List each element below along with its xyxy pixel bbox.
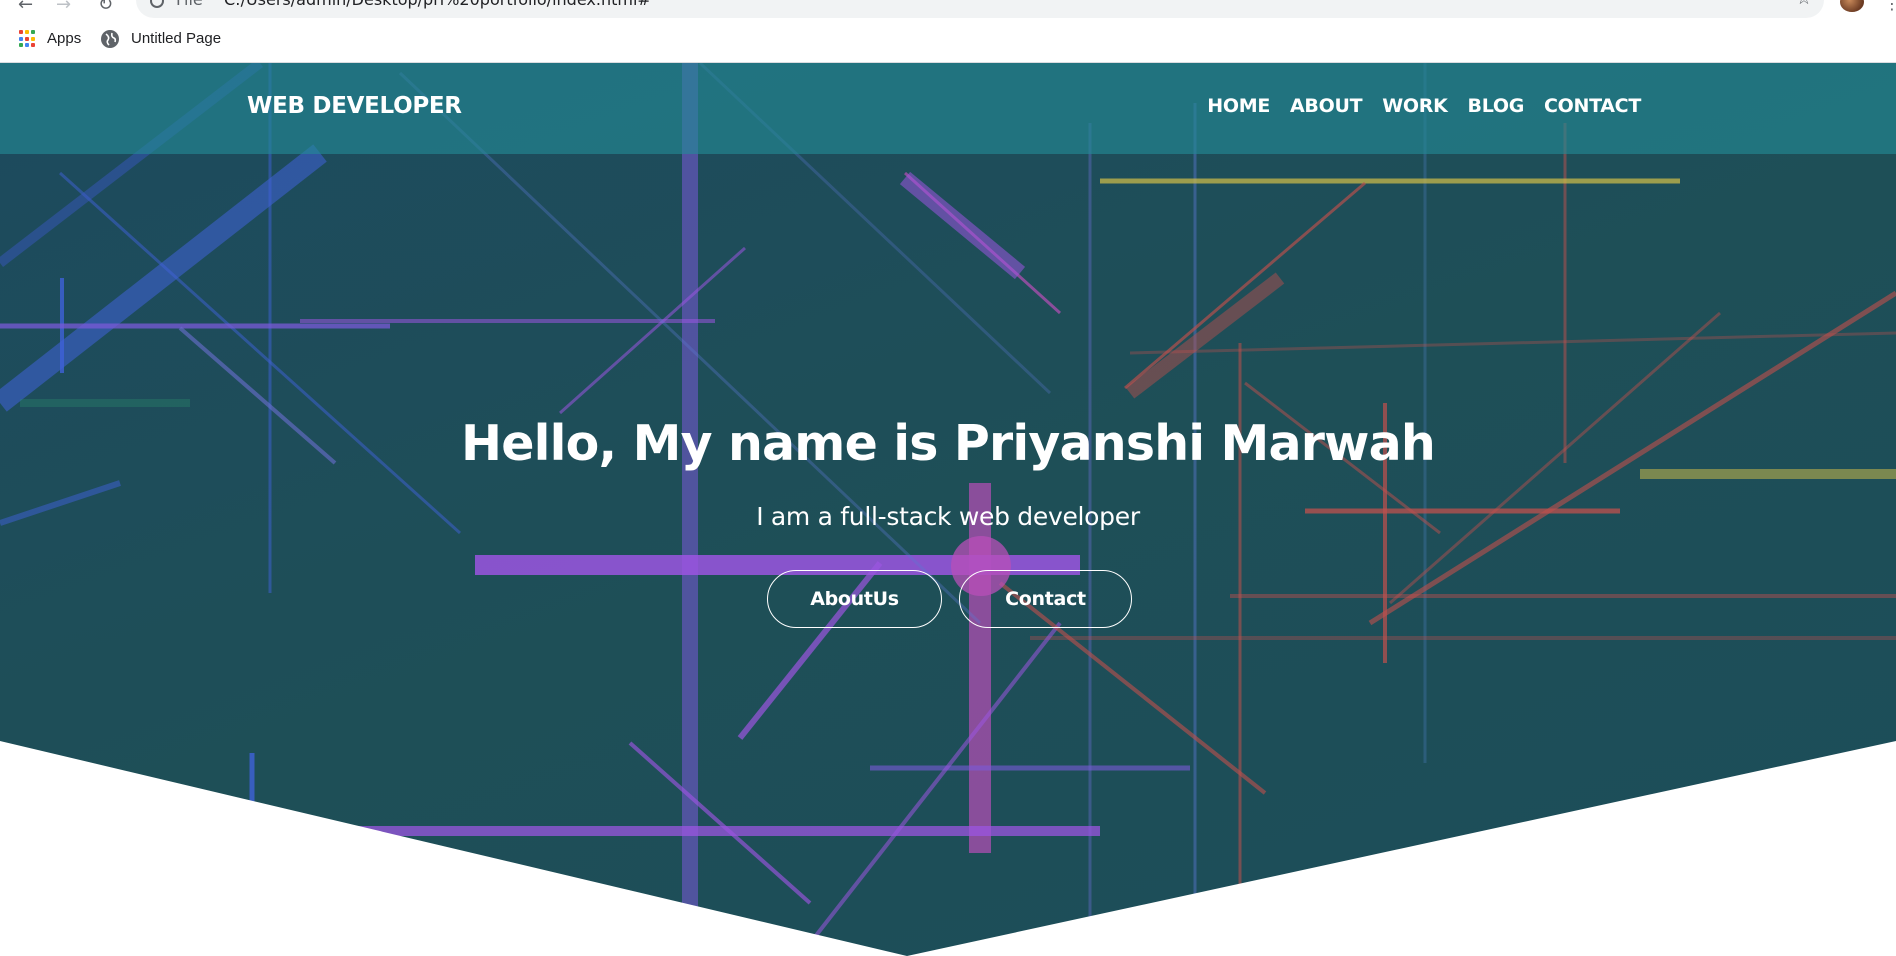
- file-label: File: [176, 0, 203, 9]
- address-bar[interactable]: File C:/Users/admin/Desktop/pri%20portfo…: [136, 0, 1824, 18]
- back-icon[interactable]: ←: [18, 0, 33, 15]
- bookmarks-bar: Apps Untitled Page: [0, 20, 1896, 63]
- apps-grid-icon[interactable]: [19, 30, 37, 48]
- info-icon[interactable]: [150, 0, 164, 8]
- bookmark-apps[interactable]: Apps: [47, 30, 81, 47]
- hero-title: Hello, My name is Priyanshi Marwah: [461, 415, 1436, 472]
- url-text[interactable]: C:/Users/admin/Desktop/pri%20portfolio/i…: [224, 0, 651, 9]
- browser-toolbar: ← → ↻ File C:/Users/admin/Desktop/pri%20…: [0, 0, 1896, 20]
- avatar[interactable]: [1840, 0, 1864, 12]
- hero-subtitle: I am a full-stack web developer: [756, 502, 1140, 531]
- star-icon[interactable]: ☆: [1796, 0, 1812, 9]
- about-us-button[interactable]: AboutUs: [767, 570, 942, 628]
- forward-icon[interactable]: →: [56, 0, 71, 15]
- menu-icon[interactable]: ⋮: [1884, 0, 1896, 13]
- reload-icon[interactable]: ↻: [98, 0, 113, 15]
- bookmark-untitled-page[interactable]: Untitled Page: [131, 30, 221, 47]
- globe-icon: [101, 30, 119, 48]
- hero-section: WEB DEVELOPER HOME ABOUT WORK BLOG CONTA…: [0, 63, 1896, 956]
- contact-button[interactable]: Contact: [959, 570, 1132, 628]
